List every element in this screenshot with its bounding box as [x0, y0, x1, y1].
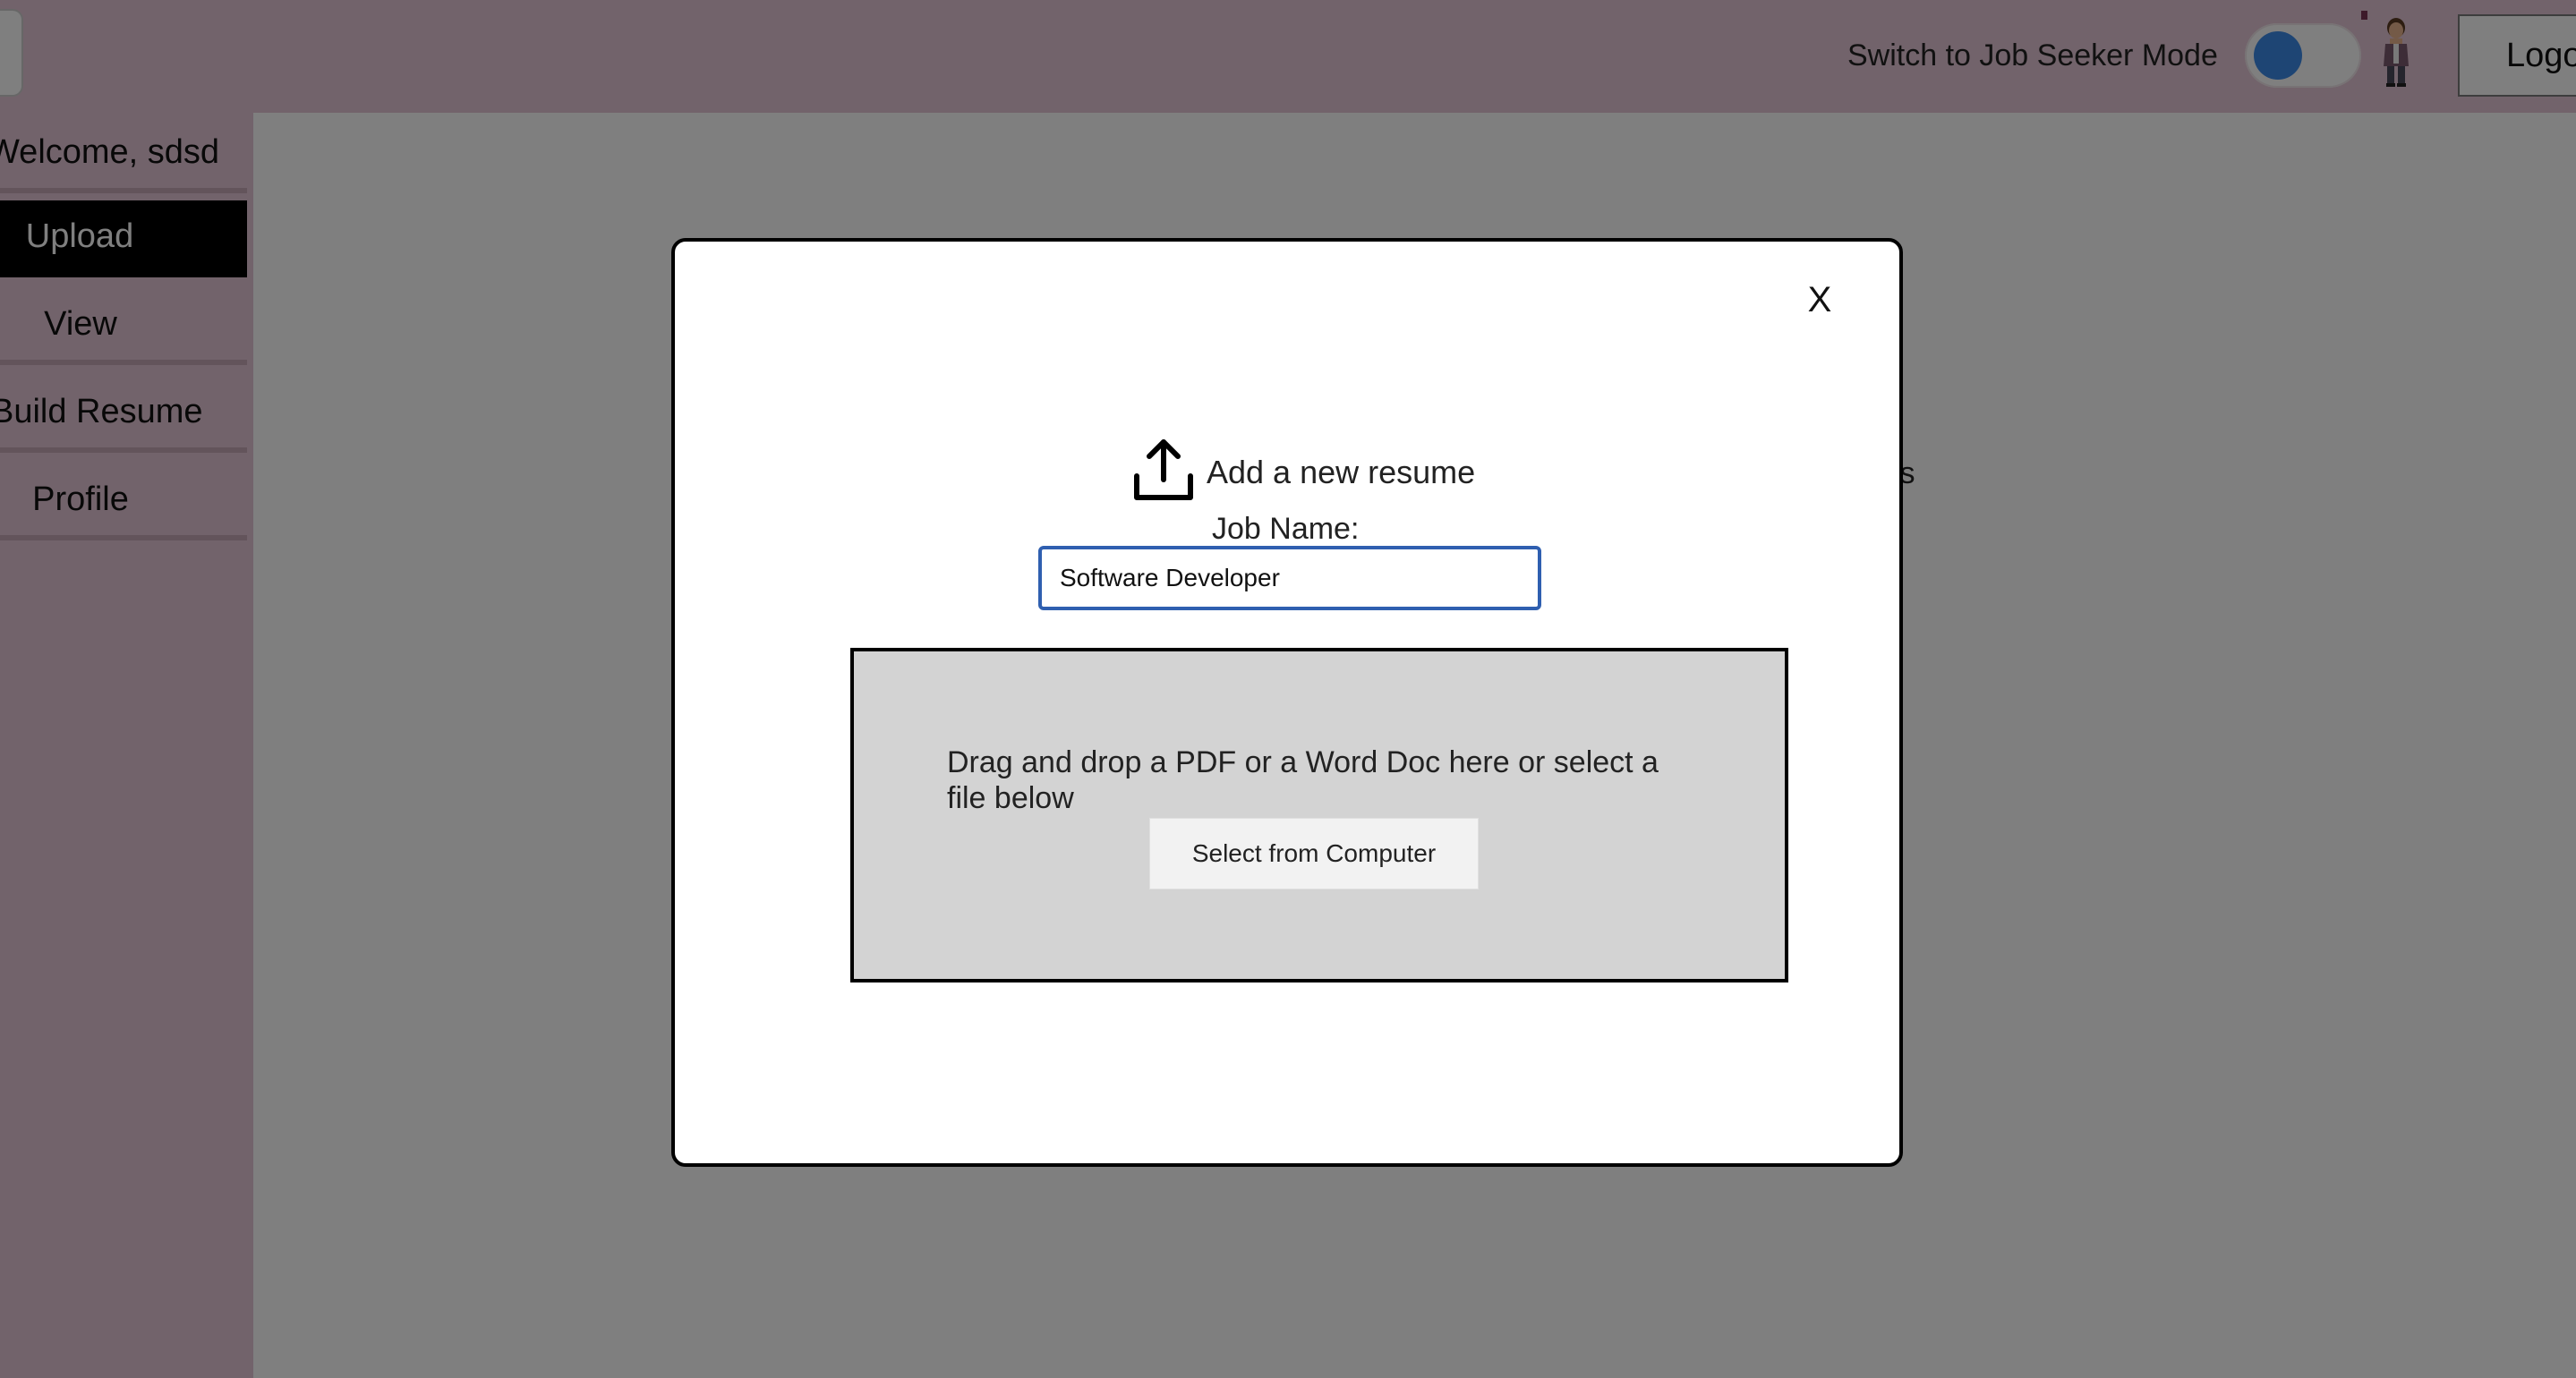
close-button[interactable]: X: [1797, 276, 1842, 324]
modal-title: Add a new resume: [1207, 454, 1476, 490]
dropzone-instructions: Drag and drop a PDF or a Word Doc here o…: [947, 745, 1659, 815]
job-name-label: Job Name:: [1212, 512, 1360, 546]
upload-resume-modal: X Add a new resume Job Name: Drag and dr…: [671, 238, 1903, 1167]
job-name-input[interactable]: [1038, 546, 1541, 610]
upload-icon: [1134, 439, 1193, 500]
app-root: Switch to Job Seeker Mode Logout Welcome…: [0, 0, 2576, 1378]
file-dropzone[interactable]: Drag and drop a PDF or a Word Doc here o…: [850, 648, 1788, 982]
select-from-computer-button[interactable]: Select from Computer: [1149, 818, 1479, 889]
